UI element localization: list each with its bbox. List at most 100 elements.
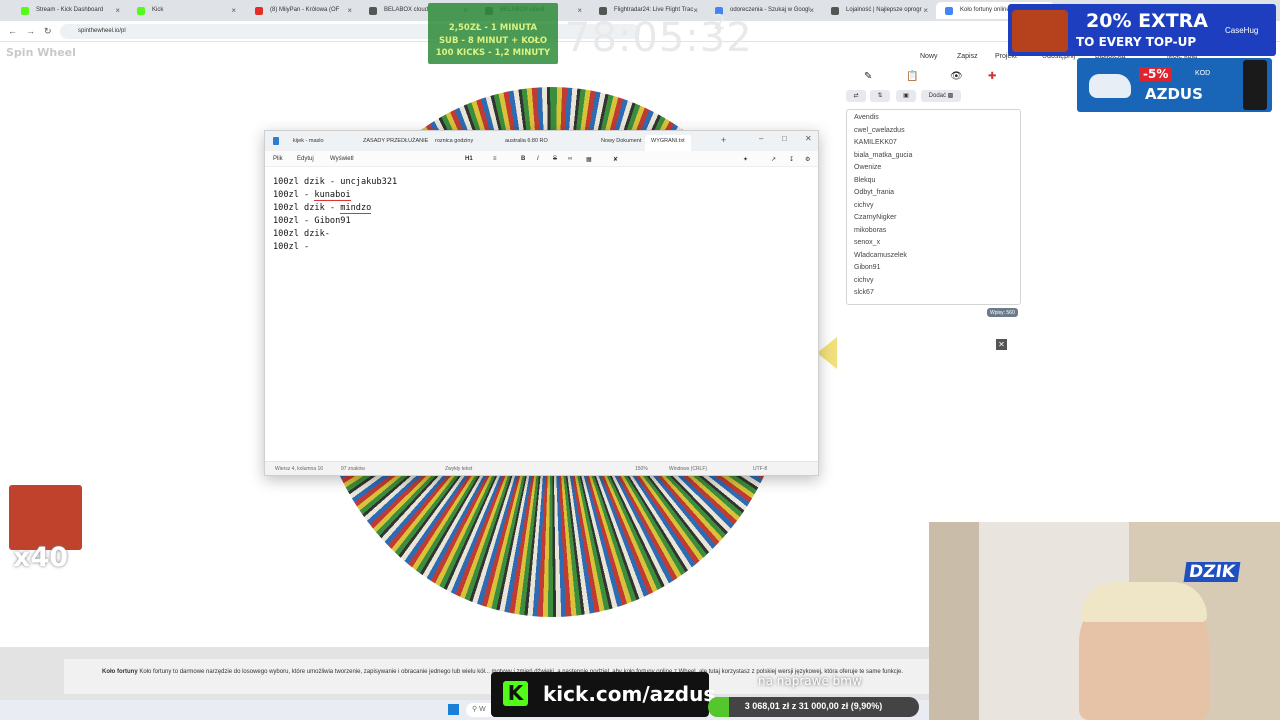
tab-close-icon[interactable]: × — [693, 6, 698, 15]
shuffle-button[interactable]: ⇄ — [846, 90, 866, 102]
wheel-pointer-icon — [817, 337, 837, 369]
close-icon[interactable]: ✕ — [996, 339, 1007, 350]
text-line: 100zl - kunaboi — [273, 189, 397, 202]
tab-favicon-icon — [369, 7, 377, 15]
entry-item[interactable]: cichvy — [847, 273, 1020, 286]
face-emote-icon — [9, 485, 82, 550]
italic-icon[interactable]: I — [537, 156, 539, 162]
casehug-ad: 20% EXTRA TO EVERY TOP-UP CaseHug — [1008, 4, 1276, 56]
heading-icon[interactable]: H1 — [465, 156, 473, 162]
window-close-icon[interactable]: ✕ — [805, 134, 812, 143]
kick-url: kick.com/azdus — [543, 682, 716, 706]
char-count: 97 znaków — [341, 466, 365, 472]
menu-file[interactable]: Plik — [273, 156, 283, 162]
line-prefix: 100zl dzik- — [273, 229, 330, 239]
entry-item[interactable]: Gibon91 — [847, 260, 1020, 273]
entry-item[interactable]: Wladcamuszelek — [847, 248, 1020, 261]
entry-item[interactable]: Blekqu — [847, 173, 1020, 186]
notepad-tab-bar: kijek - maslo ZASADY PRZEDŁUŻANIE roznica … — [265, 131, 818, 151]
download-icon[interactable]: ↧ — [789, 156, 794, 163]
tab-close-icon[interactable]: × — [923, 6, 928, 15]
notepad-tab[interactable]: Nowy Dokument — [601, 138, 641, 144]
table-icon[interactable]: ▦ — [586, 156, 592, 163]
new-button[interactable]: Nowy — [920, 53, 938, 60]
back-icon[interactable]: ← — [8, 26, 17, 36]
zoom-level[interactable]: 150% — [635, 466, 648, 472]
entry-item[interactable]: biala_matka_gucia — [847, 148, 1020, 161]
casehug-ad-headline: 20% EXTRA — [1086, 10, 1209, 32]
encoding[interactable]: UTF-8 — [753, 466, 767, 472]
notepad-tab[interactable]: WYGRANI.txt — [645, 135, 691, 151]
browser-tab[interactable]: Stream - Kick Dashboard × — [12, 2, 126, 19]
tab-close-icon[interactable]: × — [115, 6, 120, 15]
site-logo: Spin Wheel — [6, 46, 76, 59]
list-icon[interactable]: ≡ — [493, 156, 497, 162]
donation-goal-label: na naprawe bmw — [758, 674, 862, 688]
text-format: Zwykły tekst — [445, 466, 473, 472]
edit-pencil-icon[interactable]: ✎ — [864, 71, 872, 82]
text-line: 100zl - — [273, 241, 397, 254]
menu-view[interactable]: Wyświetl — [330, 156, 354, 162]
taskbar-search-text: W — [479, 706, 486, 713]
entry-item[interactable]: KAMILEKK07 — [847, 135, 1020, 148]
windows-start-icon[interactable] — [448, 704, 459, 715]
notepad-window: kijek - maslo ZASADY PRZEDŁUŻANIE roznica … — [264, 130, 819, 476]
color-palette-icon[interactable]: ✚ — [988, 71, 996, 82]
reload-icon[interactable]: ↻ — [44, 26, 52, 37]
new-tab-plus-icon[interactable]: + — [721, 135, 726, 145]
notepad-text-area[interactable]: 100zl dzik - uncjakub321 100zl - kunaboi 1… — [273, 176, 397, 254]
tab-close-icon[interactable]: × — [347, 6, 352, 15]
forward-icon[interactable]: → — [26, 26, 35, 36]
settings-gear-icon[interactable]: ⚙ — [805, 156, 810, 163]
clear-format-icon[interactable]: ✘ — [613, 156, 618, 163]
entry-item[interactable]: mikoboras — [847, 223, 1020, 236]
notepad-app-icon — [273, 137, 279, 145]
bold-icon[interactable]: B — [521, 156, 525, 162]
browser-tab[interactable]: Kick × — [128, 2, 242, 19]
notepad-tab[interactable]: australia 6:80 RO — [505, 138, 548, 144]
ai-icon[interactable]: ✦ — [743, 156, 748, 163]
notepad-tab[interactable]: ZASADY PRZEDŁUŻANIE — [363, 138, 428, 144]
link-icon[interactable]: ∞ — [568, 156, 572, 162]
tab-close-icon[interactable]: × — [809, 6, 814, 15]
strikethrough-icon[interactable]: S — [553, 156, 557, 162]
notepad-tab[interactable]: kijek - maslo — [293, 138, 324, 144]
tab-favicon-icon — [831, 7, 839, 15]
notepad-status-bar: Wiersz 4, kolumna 16 97 znaków Zwykły te… — [265, 461, 818, 475]
subathon-timer-sub: 2 — [713, 10, 726, 34]
energy-drink-can-icon — [1243, 60, 1267, 110]
maximize-icon[interactable]: □ — [782, 134, 787, 143]
clipboard-icon[interactable]: 📋 — [906, 71, 918, 82]
tab-close-icon[interactable]: × — [577, 6, 582, 15]
browser-tab[interactable]: (8) MiiyPan - Królowa (OF × — [246, 2, 358, 19]
entry-item[interactable]: CzarnyNigker — [847, 210, 1020, 223]
text-line: 100zl - Gibon91 — [273, 215, 397, 228]
emote-multiplier: x40 — [13, 542, 68, 573]
entry-item[interactable]: Avendis — [847, 110, 1020, 123]
menu-edit[interactable]: Edytuj — [297, 156, 314, 162]
casehug-ad-subline: TO EVERY TOP-UP — [1076, 35, 1197, 49]
save-button[interactable]: Zapisz — [957, 53, 978, 60]
kick-url-banner: K kick.com/azdus — [491, 672, 715, 717]
sort-button[interactable]: ⇅ — [870, 90, 890, 102]
minimize-icon[interactable]: – — [759, 134, 763, 143]
notepad-tab[interactable]: roznica godziny — [435, 138, 473, 144]
tab-title: Koło fortuny online — [960, 7, 1010, 13]
tab-close-icon[interactable]: × — [231, 6, 236, 15]
entry-item[interactable]: Owenize — [847, 160, 1020, 173]
add-button[interactable]: Dodać ▩ — [921, 90, 961, 102]
entry-item[interactable]: slck67 — [847, 285, 1020, 298]
entry-item[interactable]: senox_x — [847, 235, 1020, 248]
share-icon[interactable]: ↗ — [771, 156, 776, 163]
winner-name: kunaboi — [314, 190, 351, 201]
line-ending[interactable]: Windows (CRLF) — [669, 466, 707, 472]
winner-name: mindzo — [340, 203, 372, 214]
browser-tab[interactable]: Lojalność | Najlepsze oprogr × — [822, 2, 934, 19]
hide-eye-icon[interactable]: 👁 — [950, 71, 963, 82]
entry-item[interactable]: cichvy — [847, 198, 1020, 211]
entries-list[interactable]: Avendis cwel_cwelazdus KAMILEKK07 biala_mat… — [846, 109, 1021, 305]
entry-item[interactable]: Odbyt_frania — [847, 185, 1020, 198]
winner-name: uncjakub321 — [340, 177, 398, 187]
image-button[interactable]: ▣ — [896, 90, 916, 102]
entry-item[interactable]: cwel_cwelazdus — [847, 123, 1020, 136]
